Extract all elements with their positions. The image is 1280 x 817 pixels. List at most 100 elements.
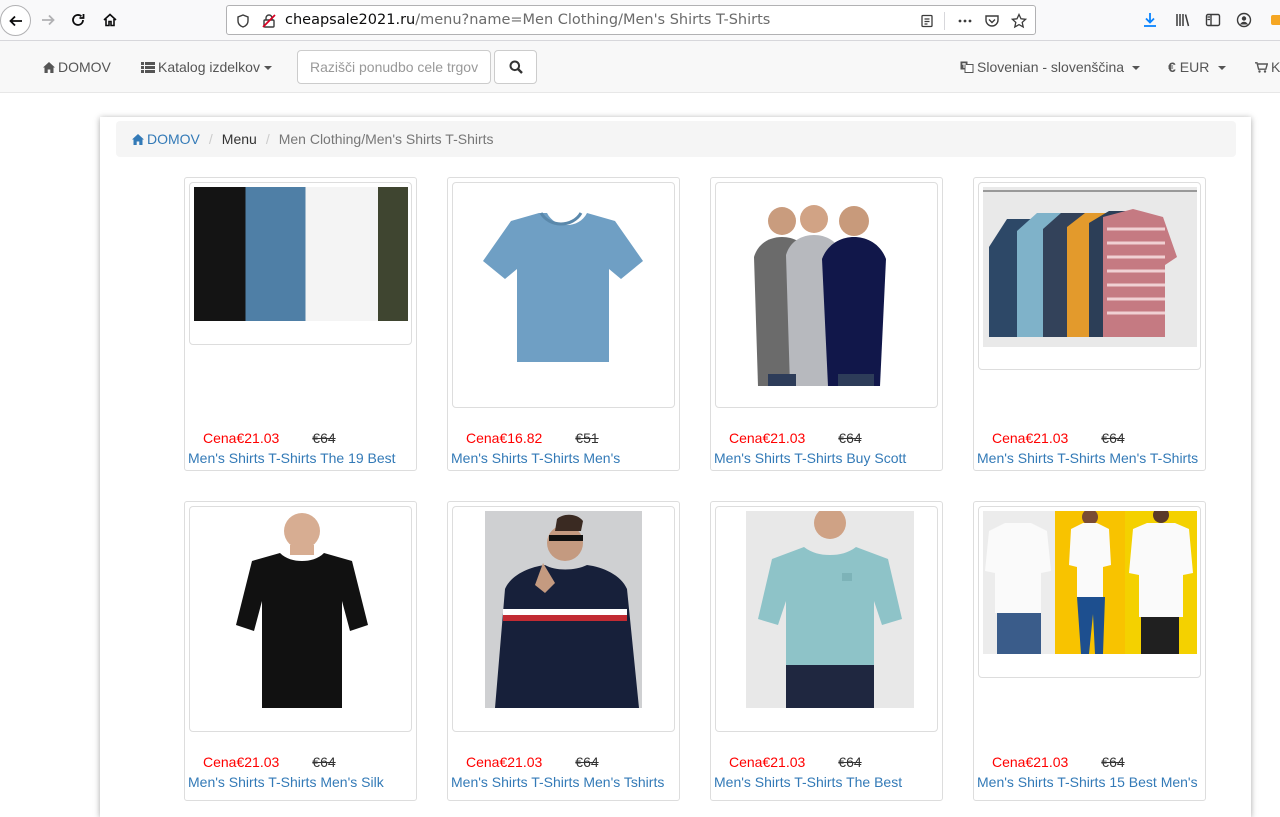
browser-toolbar: cheapsale2021.ru/menu?name=Men Clothing/… (0, 0, 1280, 41)
product-thumbnail[interactable] (189, 182, 412, 345)
list-icon (141, 61, 155, 73)
url-divider (944, 12, 945, 30)
reload-icon (72, 14, 85, 26)
product-old-price: €51 (575, 430, 599, 446)
product-old-price: €64 (312, 754, 336, 770)
nav-home-label: DOMOV (58, 59, 111, 75)
product-thumbnail[interactable] (978, 182, 1201, 370)
cart-icon (1255, 61, 1268, 73)
product-title-link[interactable]: Men's Shirts T-Shirts Men's Silk (188, 774, 384, 790)
url-bar[interactable]: cheapsale2021.ru/menu?name=Men Clothing/… (226, 5, 1036, 35)
product-price: Cena€21.03 (203, 430, 280, 446)
breadcrumb-home-link[interactable]: DOMOV (132, 131, 200, 147)
product-thumbnail[interactable] (715, 182, 938, 408)
price-line: Cena€21.03 €64 (203, 430, 336, 446)
insecure-lock-icon[interactable] (259, 11, 279, 31)
library-icon[interactable] (1173, 10, 1193, 30)
currency-dropdown[interactable]: € EUR (1168, 59, 1227, 75)
home-button[interactable] (96, 6, 124, 34)
product-old-price: €64 (1101, 754, 1125, 770)
chevron-down-icon (263, 66, 272, 70)
product-price: Cena€21.03 (729, 754, 806, 770)
product-card[interactable]: Cena€21.03 €64 Men's Shirts T-Shirts 15 B… (973, 501, 1206, 801)
product-image (742, 199, 912, 386)
downloads-icon[interactable] (1140, 10, 1160, 30)
url-text: cheapsale2021.ru/menu?name=Men Clothing/… (285, 12, 770, 28)
breadcrumb-menu[interactable]: Menu (222, 131, 257, 147)
bookmark-star-icon[interactable] (1009, 11, 1029, 31)
breadcrumb-home-label: DOMOV (147, 131, 200, 147)
home-icon (132, 133, 144, 145)
product-card[interactable]: Cena€16.82 €51 Men's Shirts T-Shirts Men'… (447, 177, 680, 471)
product-card[interactable]: Cena€21.03 €64 Men's Shirts T-Shirts Men'… (973, 177, 1206, 471)
price-line: Cena€21.03 €64 (992, 754, 1125, 770)
breadcrumb-separator: / (208, 131, 213, 147)
price-line: Cena€16.82 €51 (466, 430, 599, 446)
product-title-link[interactable]: Men's Shirts T-Shirts Men's Tshirts (451, 774, 664, 790)
product-thumbnail[interactable] (189, 506, 412, 732)
sidebar-icon[interactable] (1203, 10, 1223, 30)
forward-button[interactable] (34, 6, 62, 34)
product-title-link[interactable]: Men's Shirts T-Shirts 15 Best Men's (977, 774, 1198, 790)
back-button[interactable] (0, 5, 31, 36)
price-line: Cena€21.03 €64 (729, 754, 862, 770)
product-card[interactable]: Cena€21.03 €64 Men's Shirts T-Shirts The … (710, 501, 943, 801)
chevron-down-icon (1132, 66, 1141, 70)
product-old-price: €64 (1101, 430, 1125, 446)
page-actions-icon[interactable] (955, 11, 975, 31)
product-image (746, 511, 914, 708)
nav-catalog-dropdown[interactable]: Katalog izdelkov (141, 59, 272, 75)
pocket-icon[interactable] (982, 11, 1002, 31)
product-card[interactable]: Cena€21.03 €64 Men's Shirts T-Shirts The … (184, 177, 417, 471)
product-title-link[interactable]: Men's Shirts T-Shirts The 19 Best (188, 450, 396, 466)
search-icon (509, 60, 523, 74)
arrow-left-icon (8, 15, 22, 26)
language-dropdown[interactable]: Slovenian - slovenščina (960, 59, 1141, 75)
product-price: Cena€21.03 (992, 430, 1069, 446)
cart-link[interactable]: K (1255, 59, 1280, 75)
nav-home-link[interactable]: DOMOV (43, 59, 111, 75)
product-old-price: €64 (575, 754, 599, 770)
home-icon (43, 61, 55, 73)
product-image (481, 209, 645, 366)
product-old-price: €64 (312, 430, 336, 446)
product-price: Cena€21.03 (203, 754, 280, 770)
product-title-link[interactable]: Men's Shirts T-Shirts Men's (451, 450, 620, 466)
shield-icon[interactable] (233, 11, 253, 31)
product-image (485, 511, 642, 708)
product-thumbnail[interactable] (715, 506, 938, 732)
search-input[interactable] (297, 50, 491, 84)
extension-icon[interactable] (1266, 10, 1280, 30)
product-old-price: €64 (838, 430, 862, 446)
product-thumbnail[interactable] (978, 506, 1201, 678)
product-image (983, 187, 1197, 347)
product-card[interactable]: Cena€21.03 €64 Men's Shirts T-Shirts Men'… (184, 501, 417, 801)
language-label: Slovenian - slovenščina (977, 59, 1125, 75)
reader-view-icon[interactable] (917, 11, 937, 31)
home-icon (103, 13, 117, 27)
product-old-price: €64 (838, 754, 862, 770)
product-price: Cena€21.03 (466, 754, 543, 770)
chevron-down-icon (1218, 66, 1227, 70)
price-line: Cena€21.03 €64 (466, 754, 599, 770)
product-price: Cena€16.82 (466, 430, 543, 446)
product-card[interactable]: Cena€21.03 €64 Men's Shirts T-Shirts Men'… (447, 501, 680, 801)
euro-icon: € (1168, 59, 1176, 75)
product-thumbnail[interactable] (452, 182, 675, 408)
product-title-link[interactable]: Men's Shirts T-Shirts The Best (714, 774, 902, 790)
price-line: Cena€21.03 €64 (729, 430, 862, 446)
product-price: Cena€21.03 (992, 754, 1069, 770)
product-title-link[interactable]: Men's Shirts T-Shirts Buy Scott (714, 450, 906, 466)
product-thumbnail[interactable] (452, 506, 675, 732)
search-button[interactable] (494, 50, 537, 84)
price-line: Cena€21.03 €64 (203, 754, 336, 770)
url-host: cheapsale2021.ru (285, 12, 416, 28)
price-line: Cena€21.03 €64 (992, 430, 1125, 446)
product-price: Cena€21.03 (729, 430, 806, 446)
account-icon[interactable] (1234, 10, 1254, 30)
product-title-link[interactable]: Men's Shirts T-Shirts Men's T-Shirts (977, 450, 1198, 466)
arrow-right-icon (42, 14, 55, 26)
product-card[interactable]: Cena€21.03 €64 Men's Shirts T-Shirts Buy … (710, 177, 943, 471)
reload-button[interactable] (64, 6, 92, 34)
cart-label: K (1271, 59, 1280, 75)
